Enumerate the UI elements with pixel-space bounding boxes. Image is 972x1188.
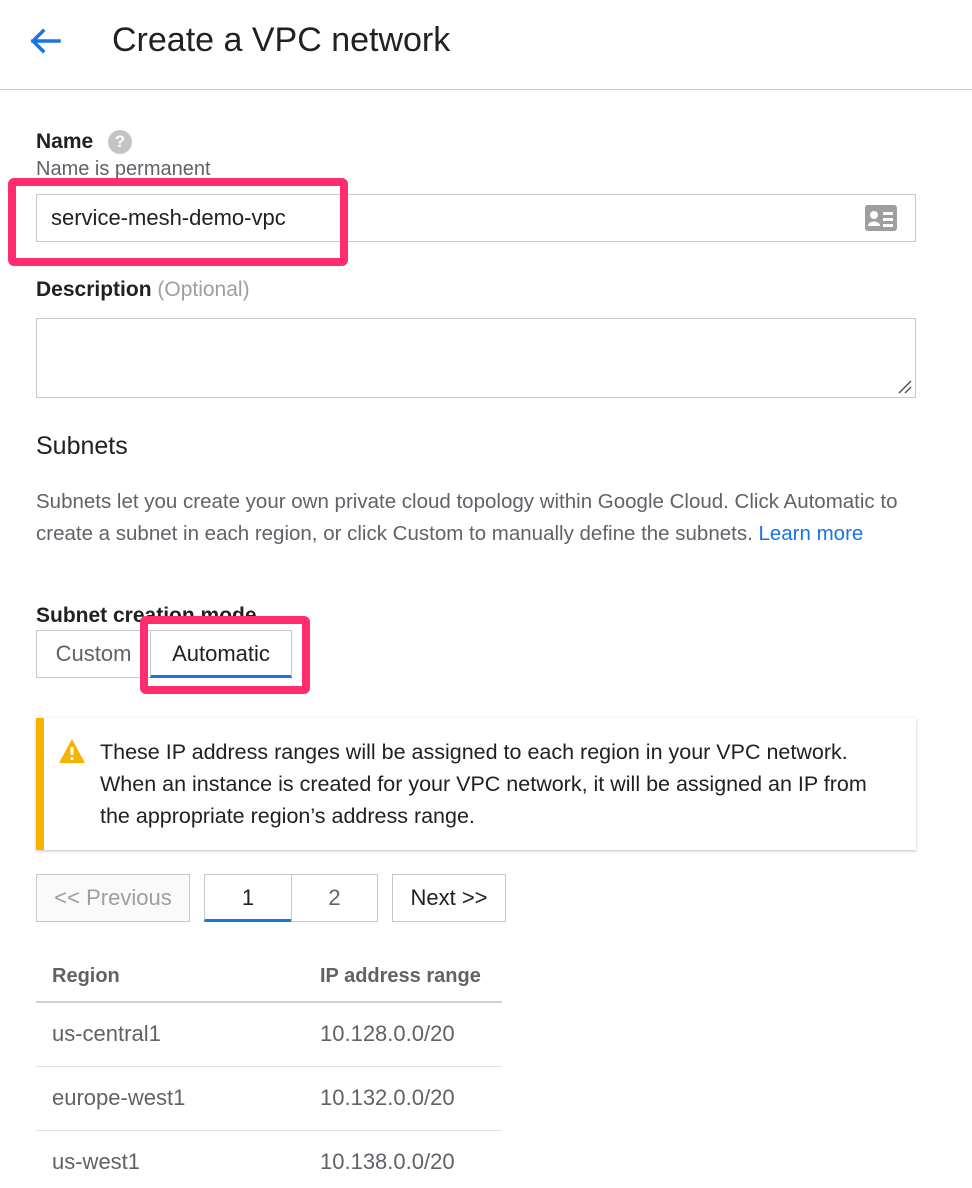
page-title: Create a VPC network <box>112 21 451 59</box>
optional-tag: (Optional) <box>157 278 250 301</box>
table-row: europe-west1 10.132.0.0/20 <box>36 1066 502 1131</box>
warning-icon <box>59 739 85 763</box>
subnets-help-text: Subnets let you create your own private … <box>36 486 916 550</box>
region-cell: us-central1 <box>36 1002 304 1067</box>
previous-page-button[interactable]: << Previous <box>36 874 190 922</box>
next-page-button[interactable]: Next >> <box>392 874 506 922</box>
ip-range-cell: 10.128.0.0/20 <box>304 1002 502 1067</box>
custom-mode-button[interactable]: Custom <box>36 630 150 678</box>
ip-range-column-header: IP address range <box>304 952 502 1003</box>
region-cell: us-west1 <box>36 1130 304 1188</box>
name-permanent-note: Name is permanent <box>36 158 211 180</box>
region-table: Region IP address range us-central1 10.1… <box>36 952 502 1188</box>
region-column-header: Region <box>36 952 304 1003</box>
subnet-mode-label: Subnet creation mode <box>36 604 257 627</box>
table-row: us-west1 10.138.0.0/20 <box>36 1130 502 1188</box>
page-1-button[interactable]: 1 <box>204 874 292 922</box>
description-label: Description (Optional) <box>36 278 250 302</box>
region-cell: europe-west1 <box>36 1066 304 1131</box>
learn-more-link[interactable]: Learn more <box>758 522 863 545</box>
page-header: Create a VPC network <box>0 0 972 90</box>
help-icon[interactable]: ? <box>108 130 132 154</box>
ip-range-cell: 10.132.0.0/20 <box>304 1066 502 1131</box>
resize-grip-icon[interactable] <box>896 378 912 394</box>
arrow-back-icon <box>30 28 61 54</box>
warning-text: These IP address ranges will be assigned… <box>100 740 867 828</box>
contact-card-icon[interactable] <box>864 204 898 232</box>
ip-range-cell: 10.138.0.0/20 <box>304 1130 502 1188</box>
table-row: us-central1 10.128.0.0/20 <box>36 1002 502 1067</box>
description-label-text: Description <box>36 278 152 301</box>
name-label: Name <box>36 130 94 153</box>
table-header-row: Region IP address range <box>36 952 502 1003</box>
name-input[interactable] <box>36 194 916 242</box>
automatic-mode-button[interactable]: Automatic <box>150 630 292 678</box>
page-2-button[interactable]: 2 <box>291 874 378 922</box>
description-textarea[interactable] <box>36 318 916 398</box>
back-button[interactable] <box>22 18 68 64</box>
subnets-title: Subnets <box>36 432 128 460</box>
